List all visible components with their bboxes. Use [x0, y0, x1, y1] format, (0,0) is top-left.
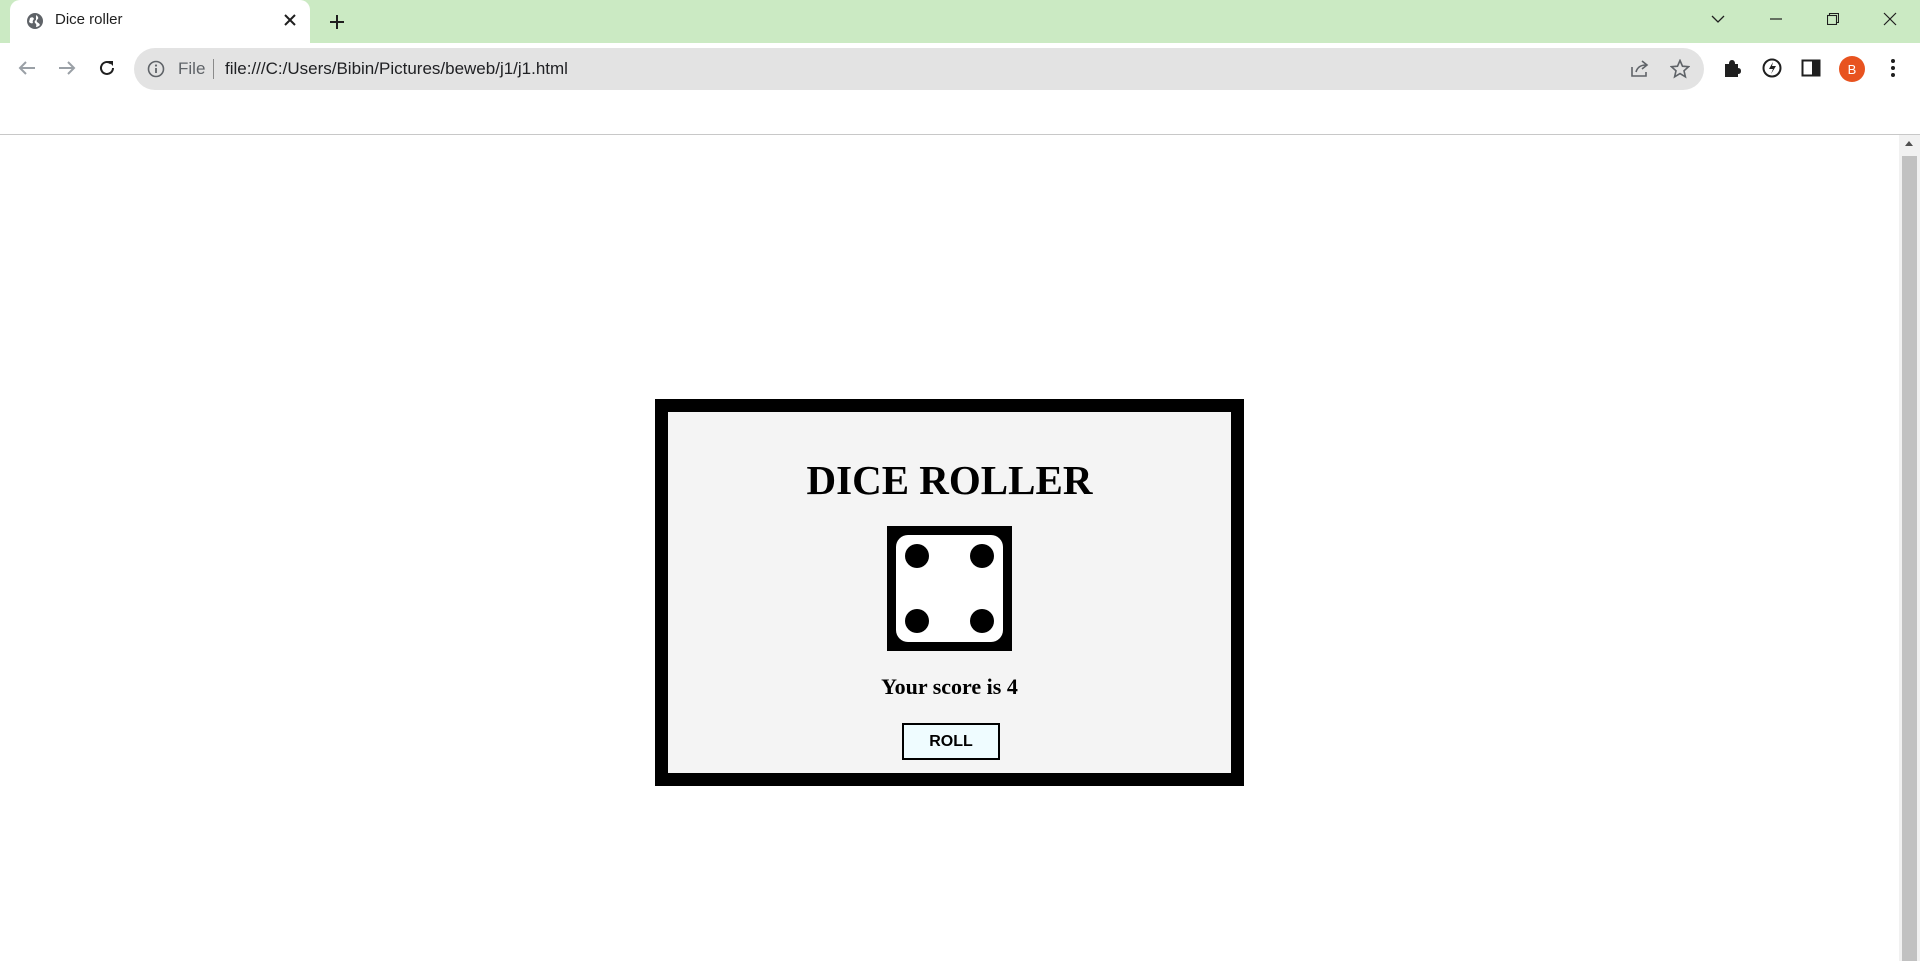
- side-panel-icon[interactable]: [1798, 55, 1824, 81]
- kebab-menu-icon[interactable]: [1880, 55, 1906, 81]
- close-icon: [1883, 12, 1897, 26]
- die-pip: [970, 544, 994, 568]
- share-icon[interactable]: [1629, 58, 1651, 80]
- restore-icon: [1827, 13, 1839, 25]
- new-tab-button[interactable]: [325, 10, 349, 34]
- bookmark-star-icon[interactable]: [1669, 58, 1691, 80]
- minimize-button[interactable]: [1748, 0, 1804, 38]
- reload-button[interactable]: [92, 53, 122, 83]
- score-text: Your score is 4: [881, 674, 1018, 699]
- scrollbar-thumb[interactable]: [1902, 156, 1917, 961]
- tab-strip: Dice roller: [0, 0, 1920, 43]
- dice-roller-card: DICE ROLLER Your score is 4 ROLL: [655, 399, 1244, 786]
- plus-icon: [330, 15, 344, 29]
- restore-button[interactable]: [1805, 0, 1861, 38]
- die-pip: [905, 609, 929, 633]
- back-button[interactable]: [12, 53, 42, 83]
- chevron-down-icon: [1711, 15, 1725, 23]
- tab-search-button[interactable]: [1690, 0, 1746, 38]
- forward-button[interactable]: [52, 53, 82, 83]
- omnibox-divider: [213, 59, 214, 79]
- scheme-label: File: [178, 59, 206, 78]
- die-pip: [970, 609, 994, 633]
- reload-icon: [100, 60, 114, 75]
- tab-title: Dice roller: [55, 11, 123, 28]
- vertical-scrollbar[interactable]: [1899, 135, 1920, 961]
- die-pip: [905, 544, 929, 568]
- minimize-icon: [1770, 18, 1782, 20]
- die-image: [887, 526, 1012, 651]
- roll-button[interactable]: ROLL: [902, 723, 1000, 760]
- page-title: DICE ROLLER: [806, 457, 1093, 503]
- arrow-left-icon: [18, 61, 35, 75]
- browser-toolbar: File file:///C:/Users/Bibin/Pictures/bew…: [0, 43, 1920, 93]
- browser-tab[interactable]: Dice roller: [10, 0, 310, 43]
- extensions-icon[interactable]: [1719, 55, 1745, 81]
- arrow-right-icon: [59, 61, 76, 75]
- performance-icon[interactable]: [1759, 55, 1785, 81]
- scroll-up-arrow-icon[interactable]: [1905, 141, 1913, 146]
- globe-icon: [26, 12, 44, 30]
- url-text[interactable]: file:///C:/Users/Bibin/Pictures/beweb/j1…: [225, 59, 568, 79]
- address-bar[interactable]: File file:///C:/Users/Bibin/Pictures/bew…: [134, 48, 1704, 90]
- profile-avatar[interactable]: B: [1839, 56, 1865, 82]
- die-face: [896, 535, 1003, 642]
- window-close-button[interactable]: [1862, 0, 1918, 38]
- info-icon[interactable]: [147, 60, 165, 78]
- close-icon[interactable]: [280, 10, 300, 30]
